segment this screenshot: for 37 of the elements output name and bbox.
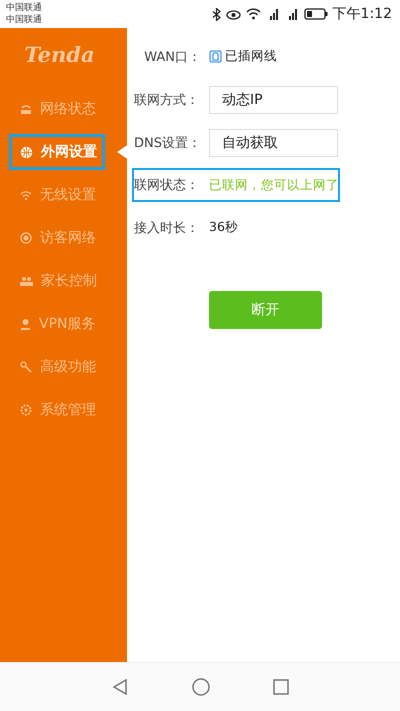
sidebar-item[interactable]: VPN服务 [9, 306, 127, 342]
field-label: WAN口： [143, 48, 202, 66]
field-label: 接入时长： [134, 220, 200, 236]
carrier-name: 中国联通 [6, 2, 42, 14]
eye-icon [226, 8, 241, 20]
port-icon [209, 50, 222, 63]
back-icon[interactable] [111, 678, 130, 696]
select-field[interactable]: 动态IP [209, 86, 338, 114]
battery-icon [304, 8, 328, 20]
home-icon[interactable] [192, 678, 210, 696]
sidebar-item[interactable]: 系统管理 [9, 392, 127, 428]
sidebar-item[interactable]: 访客网络 [9, 220, 127, 256]
clock-time: 下午1:12 [332, 5, 392, 23]
people-icon [20, 276, 33, 286]
globe-icon [20, 146, 33, 158]
disconnect-button[interactable]: 断开 [209, 291, 322, 329]
field-value: 36秒 [209, 219, 238, 236]
field-label: 联网方式： [134, 92, 200, 108]
sidebar-item[interactable]: 高级功能 [9, 349, 127, 385]
logo: Tenda [23, 42, 96, 67]
recents-icon[interactable] [272, 679, 289, 695]
bluetooth-icon [212, 8, 221, 20]
carrier-name: 中国联通 [6, 14, 42, 26]
settings-icon [20, 404, 32, 416]
router-icon [20, 103, 32, 115]
person-icon [20, 318, 31, 330]
field-value: 已插网线 [225, 48, 277, 65]
sidebar-item[interactable]: 家长控制 [9, 263, 127, 299]
sidebar-item[interactable]: 网络状态 [9, 91, 127, 127]
field-value: 已联网，您可以上网了 [209, 176, 339, 194]
wifi-icon [20, 190, 32, 200]
field-label: DNS设置： [134, 134, 202, 152]
wifi-signal-icon [246, 8, 261, 20]
target-icon [20, 232, 32, 244]
sidebar-item[interactable]: 无线设置 [9, 177, 127, 213]
select-field[interactable]: 自动获取 [209, 128, 338, 156]
field-label: 联网状态： [134, 177, 200, 194]
